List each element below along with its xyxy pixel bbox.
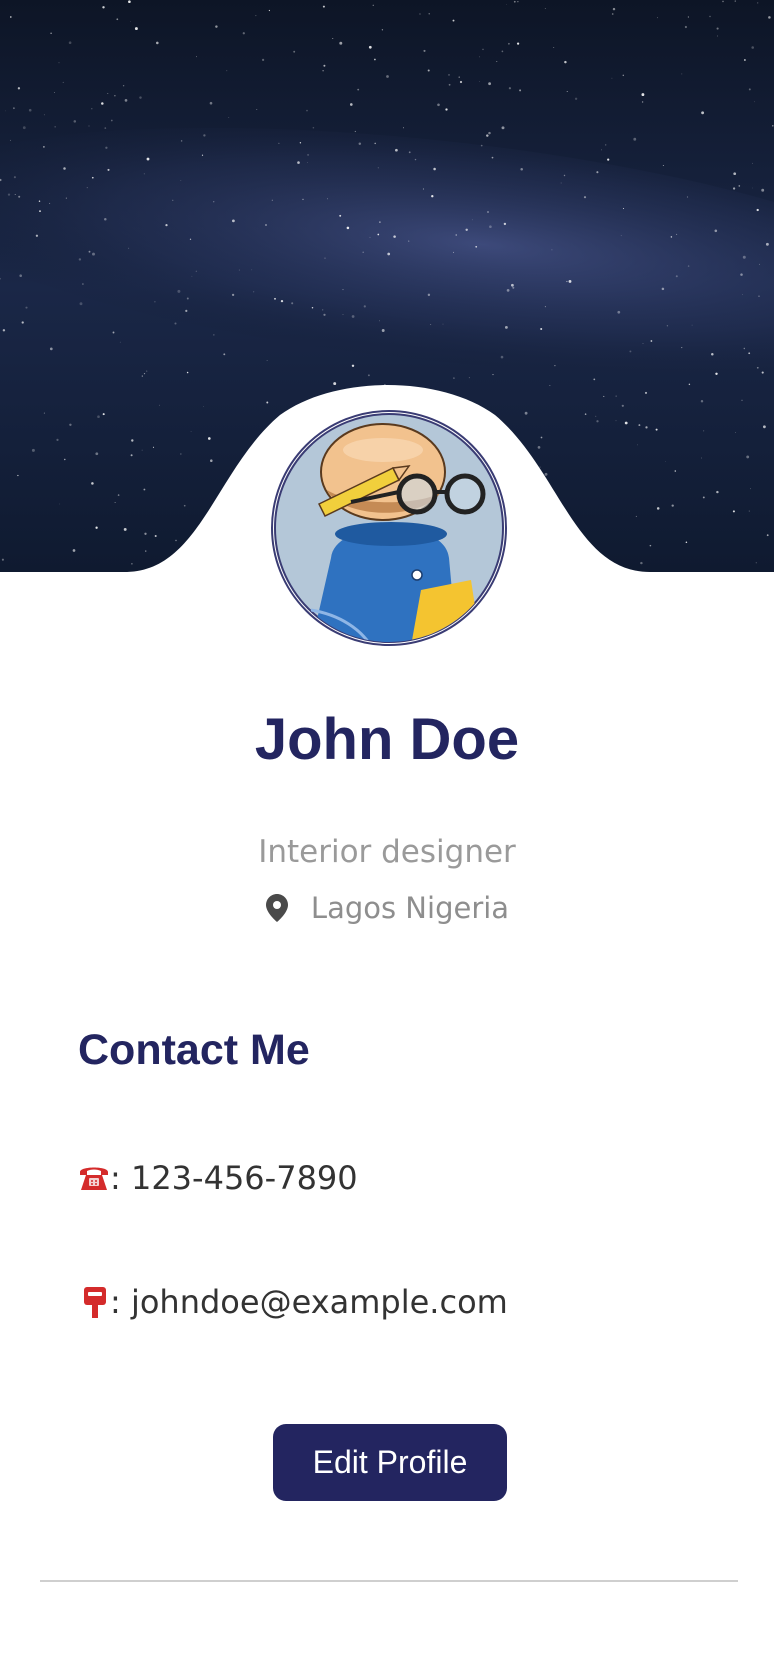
edit-profile-button[interactable]: Edit Profile <box>273 1424 507 1501</box>
location: Lagos Nigeria <box>0 888 774 928</box>
contact-email-row: : johndoe@example.com <box>78 1280 508 1324</box>
contact-phone-row: : 123-456-7890 <box>78 1156 358 1200</box>
telephone-icon <box>78 1163 110 1193</box>
avatar <box>271 410 507 646</box>
postbox-icon <box>78 1285 110 1319</box>
location-text: Lagos Nigeria <box>310 891 510 925</box>
contact-phone: : 123-456-7890 <box>110 1159 358 1197</box>
cartoon-avatar-icon <box>271 410 507 646</box>
map-pin-icon <box>265 893 289 923</box>
contact-heading: Contact Me <box>78 1026 310 1074</box>
job-title: Interior designer <box>258 834 516 870</box>
contact-email: : johndoe@example.com <box>110 1283 508 1321</box>
divider <box>40 1580 738 1582</box>
profile-name: John Doe <box>254 707 520 772</box>
